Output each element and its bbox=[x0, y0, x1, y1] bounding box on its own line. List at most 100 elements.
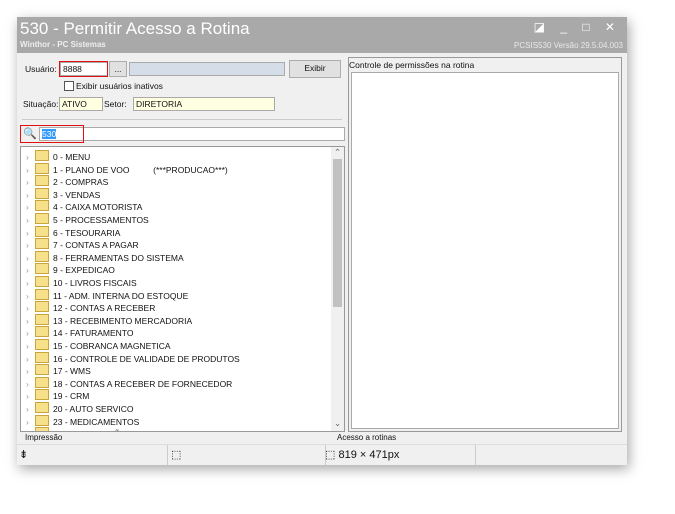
tree-item[interactable]: › 23 - MEDICAMENTOS bbox=[26, 414, 140, 428]
size-icon: ⬚ bbox=[325, 449, 339, 461]
tree-item-label: 5 - PROCESSAMENTOS bbox=[53, 215, 149, 225]
expand-icon[interactable]: › bbox=[26, 290, 35, 302]
size-readout: ⬚ 819 × 471px bbox=[323, 445, 476, 465]
inativos-checkbox[interactable] bbox=[64, 81, 74, 91]
expand-icon[interactable]: › bbox=[26, 365, 35, 377]
window-title: 530 - Permitir Acesso a Rotina bbox=[20, 19, 250, 38]
selection-icon: ⬚ bbox=[167, 445, 326, 465]
expand-icon[interactable]: › bbox=[26, 214, 35, 226]
expand-icon[interactable]: › bbox=[26, 176, 35, 188]
scroll-thumb[interactable] bbox=[333, 159, 342, 307]
tree-item[interactable]: › 19 - CRM bbox=[26, 389, 89, 401]
tree-item-label: 10 - LIVROS FISCAIS bbox=[53, 278, 137, 288]
tree-item[interactable]: › 20 - AUTO SERVICO bbox=[26, 402, 133, 414]
expand-icon[interactable]: › bbox=[26, 264, 35, 276]
expand-icon[interactable]: › bbox=[26, 302, 35, 314]
folder-icon bbox=[35, 175, 49, 187]
exibir-button[interactable]: Exibir bbox=[289, 60, 341, 78]
tree-item[interactable]: › 25 - INTEGRAÇÕES bbox=[26, 427, 132, 431]
expand-icon[interactable]: › bbox=[26, 227, 35, 239]
expand-icon[interactable]: › bbox=[26, 327, 35, 339]
scroll-down-icon[interactable]: ⌄ bbox=[334, 418, 341, 429]
search-input[interactable]: 530 bbox=[39, 127, 345, 141]
tree-item[interactable]: › 14 - FATURAMENTO bbox=[26, 326, 133, 338]
expand-icon[interactable]: › bbox=[26, 239, 35, 251]
expand-icon[interactable]: › bbox=[26, 252, 35, 264]
tree-item-label: 4 - CAIXA MOTORISTA bbox=[53, 202, 143, 213]
tree-item[interactable]: › 8 - FERRAMENTAS DO SISTEMA bbox=[26, 250, 184, 264]
folder-icon bbox=[35, 402, 49, 413]
folder-icon bbox=[35, 213, 49, 224]
inativos-label: Exibir usuários inativos bbox=[76, 81, 163, 91]
expand-icon[interactable]: › bbox=[26, 151, 35, 163]
expand-icon[interactable]: › bbox=[26, 340, 35, 352]
folder-icon bbox=[35, 263, 49, 275]
situacao-field: ATIVO bbox=[59, 97, 103, 111]
expand-icon[interactable]: › bbox=[26, 315, 35, 327]
tree-item[interactable]: › 4 - CAIXA MOTORISTA bbox=[26, 200, 142, 212]
cursor-icon: ⇟ bbox=[17, 445, 168, 465]
tree-item[interactable]: › 16 - CONTROLE DE VALIDADE DE PRODUTOS bbox=[26, 351, 240, 365]
folder-icon bbox=[35, 162, 49, 174]
usuario-label: Usuário: bbox=[25, 64, 57, 74]
folder-icon bbox=[35, 187, 49, 199]
folder-icon bbox=[35, 389, 49, 401]
expand-icon[interactable]: › bbox=[26, 428, 35, 431]
folder-icon bbox=[35, 200, 49, 212]
expand-icon[interactable]: › bbox=[26, 353, 35, 365]
tree-item[interactable]: › 10 - LIVROS FISCAIS bbox=[26, 276, 137, 288]
folder-icon bbox=[35, 238, 49, 250]
tree-item-label: 12 - CONTAS A RECEBER bbox=[53, 303, 156, 314]
tree-item[interactable]: › 1 - PLANO DE VOO (***PRODUCAO***) bbox=[26, 162, 228, 176]
folder-icon bbox=[35, 301, 49, 313]
tree-item[interactable]: › 13 - RECEBIMENTO MERCADORIA bbox=[26, 313, 192, 327]
tree-item[interactable]: › 0 - MENU bbox=[26, 150, 90, 162]
situacao-label: Situação: bbox=[23, 99, 59, 109]
tree-item[interactable]: › 5 - PROCESSAMENTOS bbox=[26, 213, 149, 225]
setor-label: Setor: bbox=[104, 99, 127, 109]
main-window: 530 - Permitir Acesso a Rotina Winthor -… bbox=[17, 17, 627, 465]
permissions-panel: Controle de permissões na rotina bbox=[348, 57, 622, 432]
tree-item[interactable]: › 17 - WMS bbox=[26, 364, 91, 376]
folder-icon bbox=[35, 376, 49, 388]
tree-item-label: 2 - COMPRAS bbox=[53, 177, 109, 188]
expand-icon[interactable]: › bbox=[26, 277, 35, 289]
tree-item[interactable]: › 9 - EXPEDICAO bbox=[26, 263, 115, 275]
lookup-button[interactable]: ... bbox=[109, 61, 127, 77]
folder-icon bbox=[35, 326, 49, 338]
expand-icon[interactable]: › bbox=[26, 403, 35, 415]
tree-item[interactable]: › 7 - CONTAS A PAGAR bbox=[26, 238, 139, 250]
tree-item-label: 3 - VENDAS bbox=[53, 189, 101, 200]
tree-item[interactable]: › 2 - COMPRAS bbox=[26, 175, 108, 187]
tree-item[interactable]: › 11 - ADM. INTERNA DO ESTOQUE bbox=[26, 288, 188, 302]
folder-icon bbox=[35, 225, 49, 237]
expand-icon[interactable]: › bbox=[26, 164, 35, 176]
tree-item-label: 1 - PLANO DE VOO (***PRODUCAO***) bbox=[53, 164, 228, 175]
tree-item-label: 25 - INTEGRAÇÕES bbox=[53, 429, 132, 431]
folder-icon bbox=[35, 427, 49, 431]
window-subtitle: Winthor - PC Sistemas bbox=[20, 40, 106, 49]
highlight-box bbox=[59, 61, 108, 77]
folder-icon bbox=[35, 250, 49, 262]
tree-item[interactable]: › 15 - COBRANCA MAGNETICA bbox=[26, 339, 171, 351]
expand-icon[interactable]: › bbox=[26, 378, 35, 390]
tree-item-label: 15 - COBRANCA MAGNETICA bbox=[53, 341, 171, 351]
tree-item[interactable]: › 3 - VENDAS bbox=[26, 187, 101, 201]
window-controls[interactable]: ◪ _ □ ✕ bbox=[534, 20, 621, 34]
scroll-up-icon[interactable]: ⌃ bbox=[334, 147, 341, 158]
tree-scrollbar[interactable]: ⌃ ⌄ bbox=[331, 147, 344, 431]
tree-item-label: 0 - MENU bbox=[53, 152, 91, 162]
tree-item-label: 20 - AUTO SERVICO bbox=[53, 404, 134, 414]
tree-item[interactable]: › 18 - CONTAS A RECEBER DE FORNECEDOR bbox=[26, 376, 232, 390]
expand-icon[interactable]: › bbox=[26, 201, 35, 213]
expand-icon[interactable]: › bbox=[26, 390, 35, 402]
tree-item-label: 19 - CRM bbox=[53, 391, 90, 402]
expand-icon[interactable]: › bbox=[26, 416, 35, 428]
expand-icon[interactable]: › bbox=[26, 189, 35, 201]
tree-item[interactable]: › 12 - CONTAS A RECEBER bbox=[26, 301, 155, 313]
tree-item[interactable]: › 6 - TESOURARIA bbox=[26, 225, 120, 239]
setor-field: DIRETORIA bbox=[133, 97, 275, 111]
menu-tree[interactable]: › 25 - INTEGRAÇÕES › 23 - MEDICAMENTOS › 20 -… bbox=[20, 146, 345, 432]
impressao-group-label: Impressão bbox=[25, 433, 63, 442]
tree-item-label: 23 - MEDICAMENTOS bbox=[53, 416, 140, 427]
